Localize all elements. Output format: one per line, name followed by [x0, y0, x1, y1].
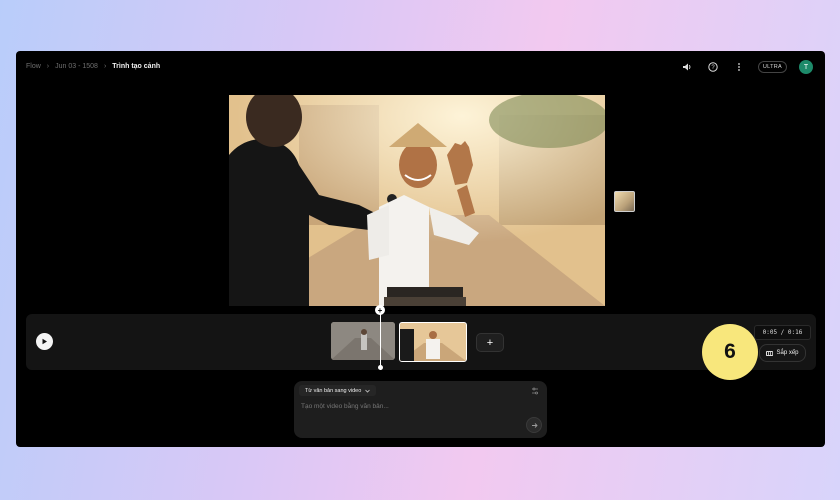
more-vertical-icon[interactable] [732, 60, 746, 74]
breadcrumb: Flow › Jun 03 - 1508 › Trình tạo cảnh [26, 63, 160, 70]
speaker-icon[interactable] [680, 60, 694, 74]
timeline-clip-1[interactable] [331, 322, 395, 360]
play-button[interactable] [36, 333, 53, 350]
arrange-button[interactable]: Sắp xếp [759, 344, 806, 362]
playhead-add-icon[interactable]: + [375, 305, 385, 315]
avatar[interactable]: T [799, 60, 813, 74]
app-window: Flow › Jun 03 - 1508 › Trình tạo cảnh ? … [16, 51, 825, 447]
film-strip-icon [766, 350, 774, 356]
breadcrumb-root[interactable]: Flow [26, 63, 41, 70]
prompt-box: Từ văn bản sang video Tạo một video bằng… [294, 381, 547, 438]
playhead-handle[interactable] [378, 365, 383, 370]
play-icon [42, 338, 47, 345]
arrange-label: Sắp xếp [776, 350, 799, 356]
timeline-clip-2[interactable] [399, 322, 467, 362]
plan-badge: ULTRA [757, 61, 787, 73]
arrow-right-icon [531, 422, 538, 428]
breadcrumb-current: Trình tạo cảnh [112, 63, 161, 70]
side-thumbnail[interactable] [614, 191, 635, 212]
step-number-badge: 6 [702, 324, 758, 380]
clip-thumbnail [400, 323, 466, 361]
breadcrumb-project[interactable]: Jun 03 - 1508 [55, 63, 98, 70]
timecode-display: 0:05 / 0:16 [754, 325, 811, 340]
chevron-right-icon: › [103, 63, 107, 70]
add-clip-button[interactable]: + [476, 333, 504, 352]
header-actions: ? ULTRA T [680, 60, 813, 74]
settings-sliders-icon[interactable] [531, 387, 539, 395]
mode-selector[interactable]: Từ văn bản sang video [299, 385, 377, 396]
help-circle-icon[interactable]: ? [706, 60, 720, 74]
prompt-input[interactable]: Tạo một video bằng văn bản... [301, 403, 389, 410]
chevron-right-icon: › [46, 63, 50, 70]
timeline: + + 0:05 / 0:16 Sắp xếp [26, 305, 816, 370]
send-button[interactable] [526, 417, 542, 433]
video-frame-illustration [229, 95, 605, 306]
clip-thumbnail [331, 322, 395, 360]
mode-label: Từ văn bản sang video [305, 387, 362, 394]
video-preview[interactable] [229, 95, 605, 306]
chevron-down-icon [365, 389, 371, 393]
playhead[interactable] [380, 308, 381, 370]
